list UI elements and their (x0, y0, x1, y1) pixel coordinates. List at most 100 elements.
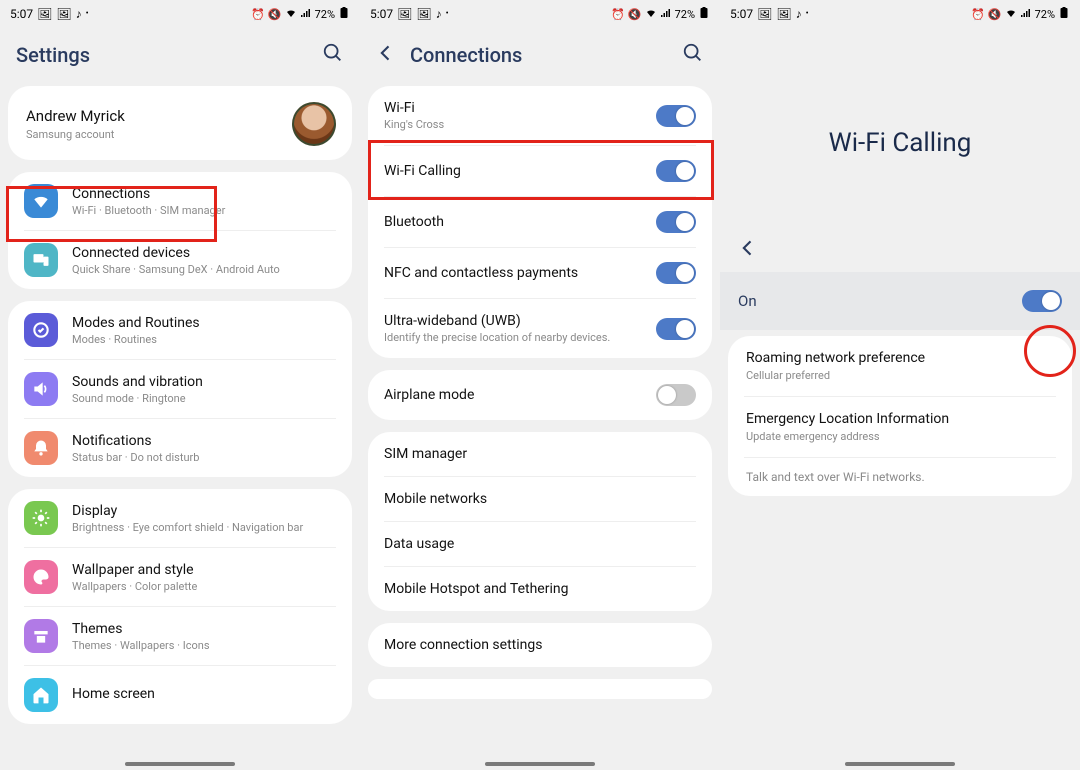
account-sub: Samsung account (26, 128, 292, 141)
battery-icon (698, 7, 710, 22)
dot-icon: • (446, 9, 449, 19)
picture-icon: 🖼 (757, 7, 772, 21)
item-notifications[interactable]: NotificationsStatus bar · Do not disturb (8, 419, 352, 477)
toggle[interactable] (656, 384, 696, 406)
item-home-screen[interactable]: Home screen (8, 666, 352, 724)
conn-ultra-wideband-uwb-[interactable]: Ultra-wideband (UWB)Identify the precise… (368, 299, 712, 358)
item-wallpaper[interactable]: Wallpaper and styleWallpapers · Color pa… (8, 548, 352, 606)
conn-data-usage[interactable]: Data usage (368, 522, 712, 566)
dot-icon: • (806, 9, 809, 19)
dot-icon: • (86, 9, 89, 19)
group-airplane: Airplane mode (368, 370, 712, 420)
conn-more-connection-settings[interactable]: More connection settings (368, 623, 712, 667)
master-toggle-row[interactable]: On (720, 272, 1080, 330)
conn-mobile-hotspot-and-tethering[interactable]: Mobile Hotspot and Tethering (368, 567, 712, 611)
master-toggle[interactable] (1022, 290, 1062, 312)
conn-nfc-and-contactless-payments[interactable]: NFC and contactless payments (368, 248, 712, 298)
screen-connections: 5:07 🖼 🖼 ♪ • ⏰ 🔇 72% Connections Wi-FiKi… (360, 0, 720, 770)
toggle[interactable] (656, 262, 696, 284)
picture-icon: 🖼 (56, 7, 71, 21)
gesture-bar[interactable] (125, 762, 235, 766)
item-display[interactable]: DisplayBrightness · Eye comfort shield ·… (8, 489, 352, 547)
group-general: Modes and RoutinesModes · Routines Sound… (8, 301, 352, 477)
battery-icon (1058, 7, 1070, 22)
signal-icon (1020, 7, 1032, 22)
connections-header: Connections (360, 28, 720, 80)
group-main-toggles: Wi-FiKing's CrossWi-Fi CallingBluetoothN… (368, 86, 712, 358)
on-label: On (738, 292, 1022, 310)
toggle[interactable] (656, 318, 696, 340)
account-card: Andrew Myrick Samsung account (8, 86, 352, 160)
screen-wifi-calling: 5:07 🖼 🖼 ♪ • ⏰ 🔇 72% Wi-Fi Calling On Ro… (720, 0, 1080, 770)
toggle[interactable] (656, 105, 696, 127)
group-display: DisplayBrightness · Eye comfort shield ·… (8, 489, 352, 724)
music-icon: ♪ (436, 7, 442, 21)
signal-icon (660, 7, 672, 22)
sound-icon (24, 372, 58, 406)
wifi-icon (645, 7, 657, 22)
search-icon[interactable] (322, 42, 344, 68)
music-icon: ♪ (796, 7, 802, 21)
signal-icon (300, 7, 312, 22)
back-icon[interactable] (738, 243, 772, 262)
row-roaming-pref[interactable]: Roaming network preference Cellular pref… (728, 336, 1072, 396)
bell-icon (24, 431, 58, 465)
page-title: Connections (410, 43, 682, 67)
alarm-icon: ⏰ (251, 8, 265, 21)
settings-header: Settings (0, 28, 360, 80)
sun-icon (24, 501, 58, 535)
status-bar: 5:07 🖼 🖼 ♪ • ⏰ 🔇 72% (720, 0, 1080, 28)
picture-icon: 🖼 (397, 7, 412, 21)
row-emergency-location[interactable]: Emergency Location Information Update em… (728, 397, 1072, 457)
highlight-connections (6, 186, 217, 242)
home-icon (24, 678, 58, 712)
highlight-wifi-calling (368, 140, 714, 200)
conn-bluetooth[interactable]: Bluetooth (368, 197, 712, 247)
picture-icon: 🖼 (416, 7, 431, 21)
conn-mobile-networks[interactable]: Mobile networks (368, 477, 712, 521)
palette-icon (24, 560, 58, 594)
avatar[interactable] (292, 102, 336, 146)
item-modes-routines[interactable]: Modes and RoutinesModes · Routines (8, 301, 352, 359)
group-prefs: Roaming network preference Cellular pref… (728, 336, 1072, 496)
toggle[interactable] (656, 211, 696, 233)
picture-icon: 🖼 (776, 7, 791, 21)
battery-icon (338, 7, 350, 22)
battery-pct: 72% (315, 8, 335, 21)
mute-icon: 🔇 (628, 8, 642, 21)
devices-icon (24, 243, 58, 277)
themes-icon (24, 619, 58, 653)
picture-icon: 🖼 (37, 7, 52, 21)
screen-settings: 5:07 🖼 🖼 ♪ • ⏰ 🔇 72% Settings (0, 0, 360, 770)
item-themes[interactable]: ThemesThemes · Wallpapers · Icons (8, 607, 352, 665)
page-title: Wi-Fi Calling (720, 28, 1080, 228)
back-icon[interactable] (376, 43, 410, 67)
search-icon[interactable] (682, 42, 704, 68)
note-text: Talk and text over Wi-Fi networks. (728, 458, 1072, 496)
wifi-icon (285, 7, 297, 22)
group-extra (368, 679, 712, 699)
gesture-bar[interactable] (845, 762, 955, 766)
conn-airplane-mode[interactable]: Airplane mode (368, 370, 712, 420)
battery-pct: 72% (1035, 8, 1055, 21)
alarm-icon: ⏰ (611, 8, 625, 21)
status-bar: 5:07 🖼 🖼 ♪ • ⏰ 🔇 72% (0, 0, 360, 28)
account-row[interactable]: Andrew Myrick Samsung account (8, 86, 352, 160)
status-bar: 5:07 🖼 🖼 ♪ • ⏰ 🔇 72% (360, 0, 720, 28)
highlight-toggle (1024, 325, 1076, 377)
conn-sim-manager[interactable]: SIM manager (368, 432, 712, 476)
page-title: Settings (16, 43, 322, 67)
back-row (720, 228, 1080, 272)
gesture-bar[interactable] (485, 762, 595, 766)
alarm-icon: ⏰ (971, 8, 985, 21)
status-time: 5:07 (370, 7, 393, 21)
mute-icon: 🔇 (988, 8, 1002, 21)
status-time: 5:07 (730, 7, 753, 21)
music-icon: ♪ (76, 7, 82, 21)
conn-wi-fi[interactable]: Wi-FiKing's Cross (368, 86, 712, 145)
status-time: 5:07 (10, 7, 33, 21)
group-more: More connection settings (368, 623, 712, 667)
group-network: SIM managerMobile networksData usageMobi… (368, 432, 712, 611)
item-sounds[interactable]: Sounds and vibrationSound mode · Rington… (8, 360, 352, 418)
mute-icon: 🔇 (268, 8, 282, 21)
